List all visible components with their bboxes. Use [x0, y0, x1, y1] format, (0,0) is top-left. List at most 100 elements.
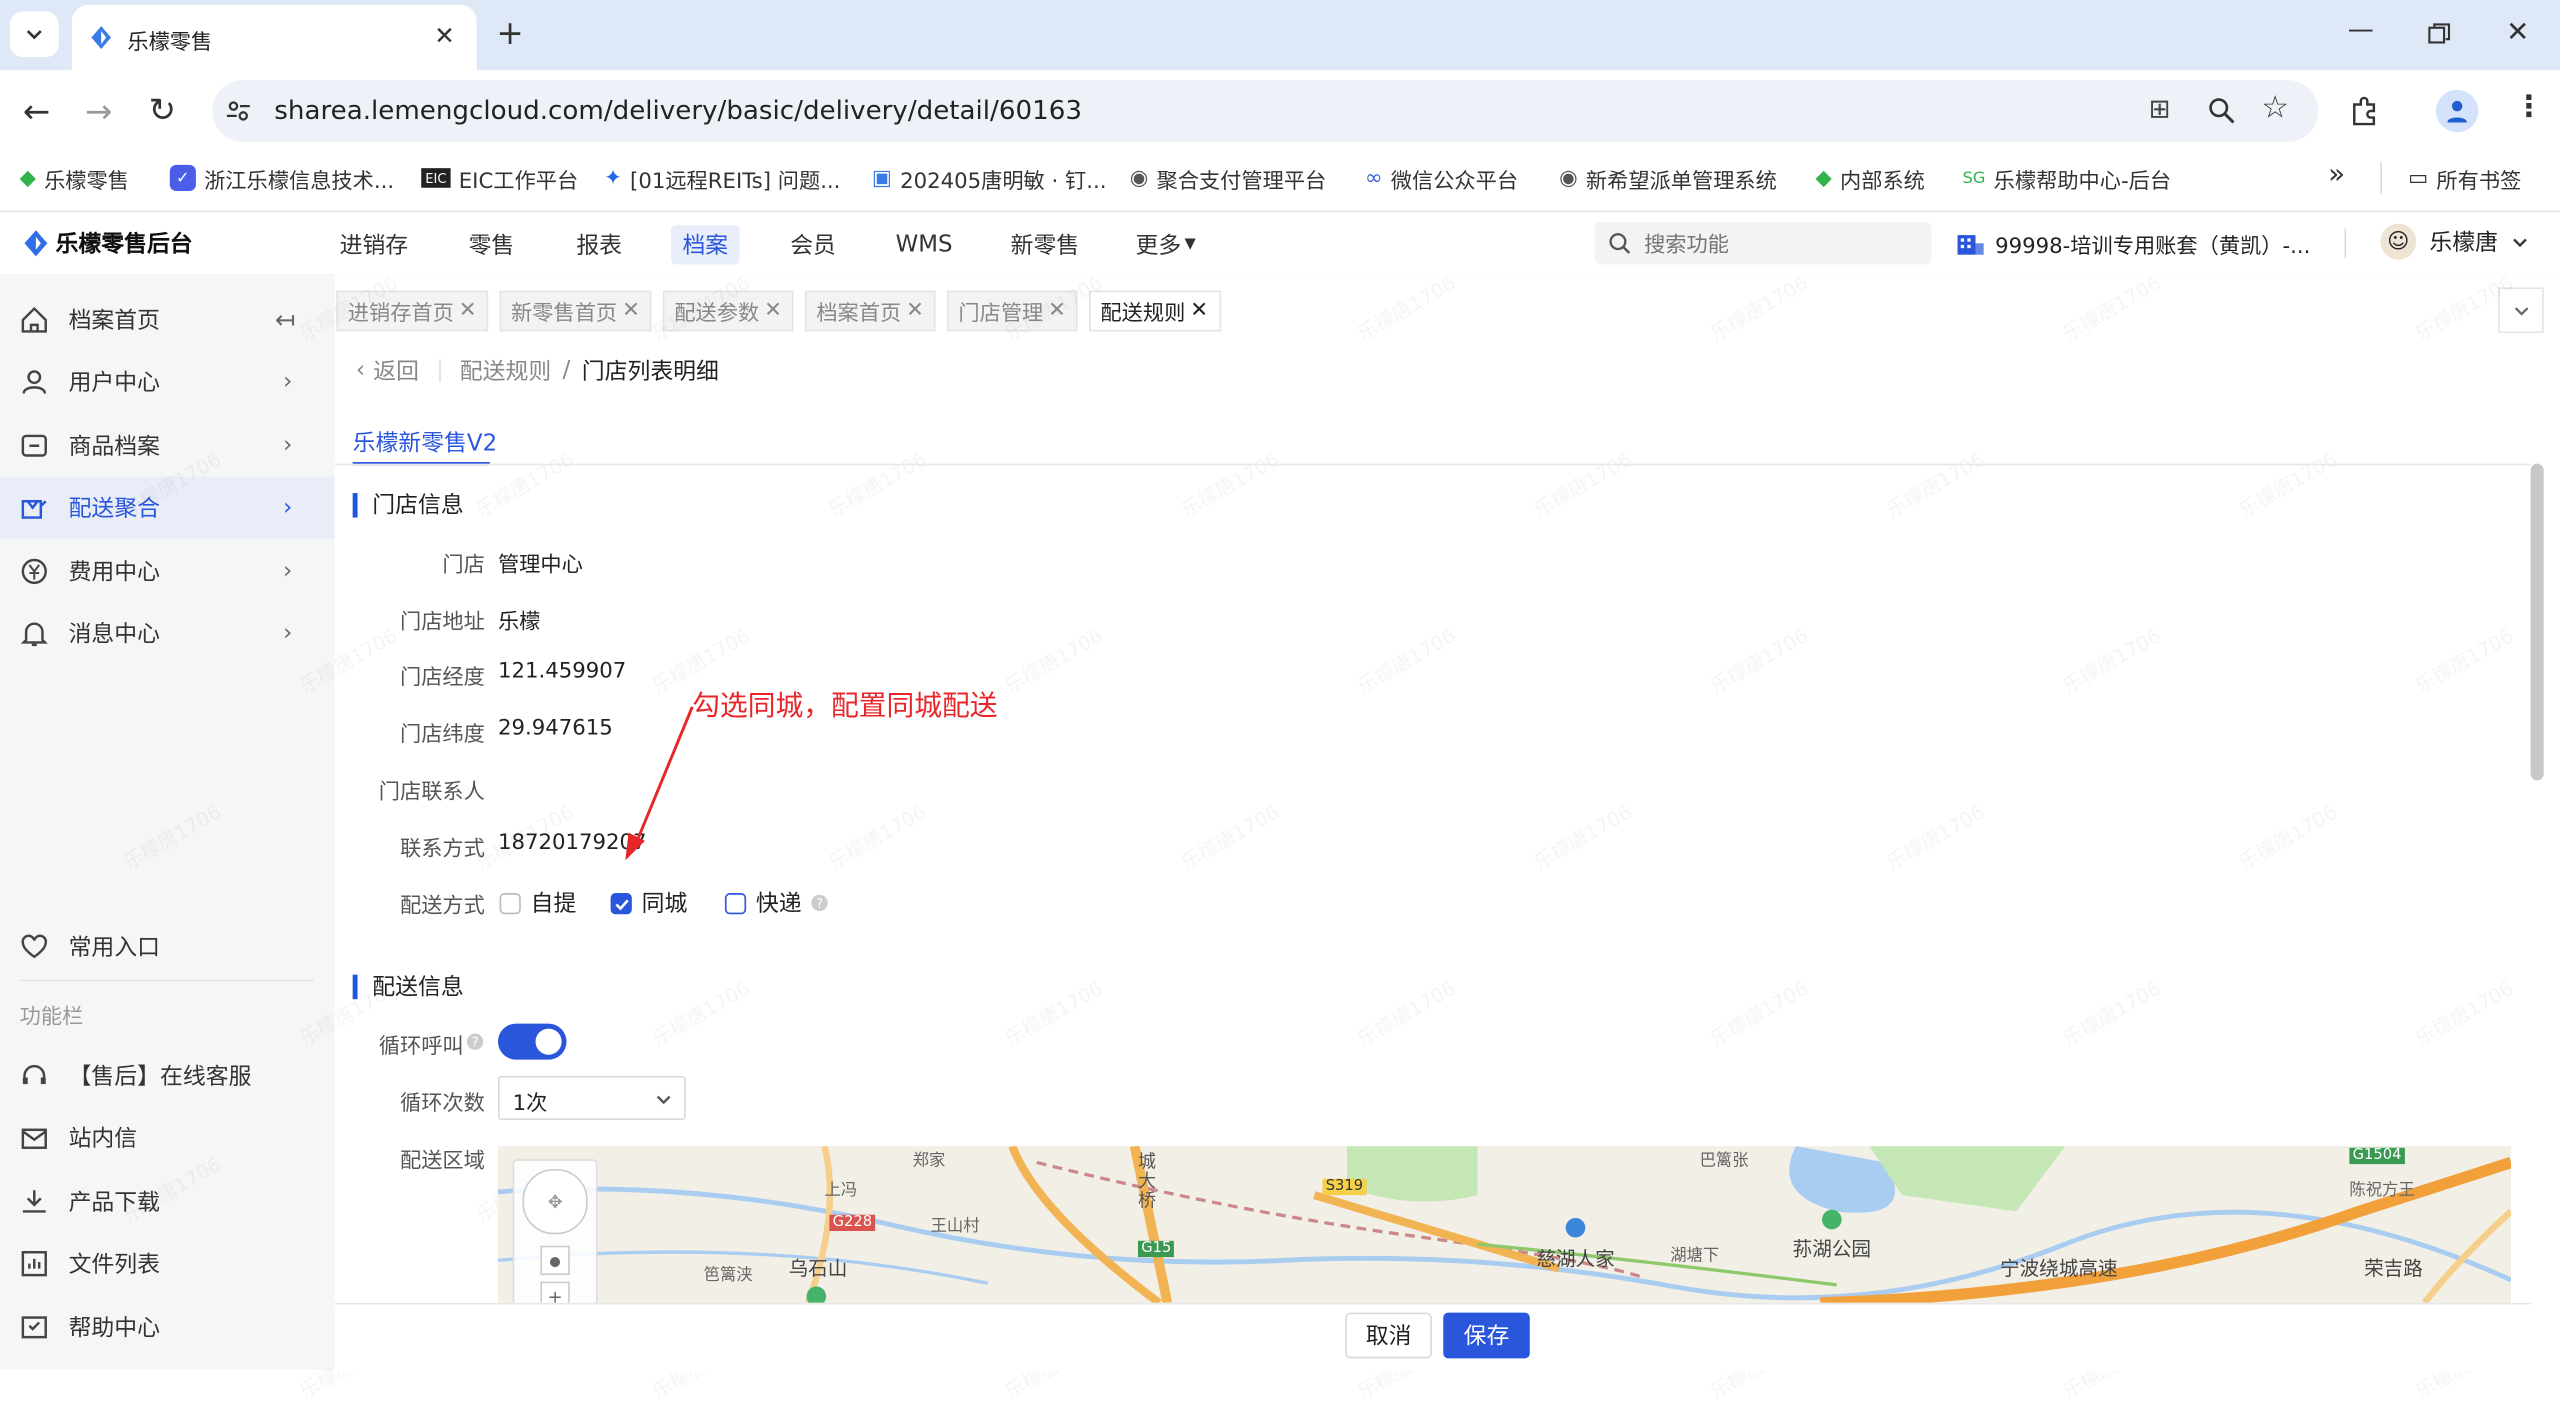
nav-retail[interactable]: 零售: [451, 225, 533, 264]
bookmark-item[interactable]: ∞ 微信公众平台: [1365, 162, 1518, 195]
loop-count-select[interactable]: 1次: [497, 1075, 686, 1120]
browser-menu-icon[interactable]: ⋮: [2514, 90, 2543, 124]
new-tab-icon[interactable]: +: [496, 13, 523, 52]
delivery-option-express[interactable]: 快递 ?: [724, 887, 828, 920]
map-locate-button[interactable]: ●: [540, 1245, 570, 1276]
address-bar[interactable]: sharea.lemengcloud.com/delivery/basic/de…: [212, 79, 2319, 143]
chevron-down-icon: [26, 30, 42, 40]
map-label: 乌石山: [788, 1257, 848, 1280]
close-icon[interactable]: ✕: [764, 299, 782, 323]
bookmark-item[interactable]: SG 乐檬帮助中心-后台: [1962, 162, 2171, 195]
bookmark-item[interactable]: ✓ 浙江乐檬信息技术...: [169, 162, 394, 195]
translate-icon[interactable]: ⊞: [2149, 93, 2171, 124]
close-icon[interactable]: ✕: [459, 299, 477, 323]
profile-avatar-icon[interactable]: [2435, 89, 2479, 133]
sidebar-tool-inbox[interactable]: 站内信: [0, 1107, 335, 1169]
save-button[interactable]: 保存: [1443, 1312, 1530, 1359]
map-label: 慈湖人家: [1536, 1247, 1615, 1271]
close-icon[interactable]: ✕: [1190, 299, 1208, 323]
sidebar-item-expense[interactable]: 费用中心 ›: [0, 540, 335, 602]
zoom-icon[interactable]: [2207, 96, 2235, 124]
all-bookmarks[interactable]: ▭ 所有书签: [2380, 161, 2522, 195]
bookmark-item[interactable]: ✦ [01远程REITs] 问题...: [604, 162, 840, 195]
browser-tab[interactable]: 乐檬零售 ✕: [71, 4, 477, 71]
all-bookmarks-label: 所有书签: [2436, 168, 2522, 194]
search-input[interactable]: [1640, 226, 1925, 263]
building-icon: [1957, 234, 1984, 254]
store-value: 管理中心: [497, 553, 583, 578]
close-icon[interactable]: ✕: [622, 299, 640, 323]
tab-archive-home[interactable]: 档案首页 ✕: [804, 290, 936, 332]
same-city-checkbox[interactable]: [610, 892, 632, 914]
sidebar-item-messages[interactable]: 消息中心 ›: [0, 602, 335, 664]
sidebar-favorites[interactable]: 常用入口: [0, 916, 335, 978]
express-checkbox[interactable]: [724, 892, 747, 914]
chevron-left-icon[interactable]: ‹: [356, 358, 365, 384]
close-icon[interactable]: ✕: [906, 299, 924, 323]
help-circle-icon[interactable]: ?: [466, 1033, 484, 1050]
bookmark-item[interactable]: ◆ 乐檬零售: [20, 162, 129, 195]
bookmark-item[interactable]: ◆ 内部系统: [1816, 162, 1925, 195]
close-icon[interactable]: ✕: [434, 21, 455, 50]
back-arrow-icon[interactable]: ←: [23, 91, 50, 130]
chevron-down-icon: [656, 1095, 671, 1105]
bookmark-item[interactable]: ◉ 聚合支付管理平台: [1130, 162, 1327, 195]
tab-lemeng-new-retail-v2[interactable]: 乐檬新零售V2: [353, 426, 497, 459]
extensions-icon[interactable]: [2349, 95, 2382, 128]
map-pan-control[interactable]: ✥: [522, 1168, 588, 1235]
bell-icon: [20, 622, 48, 647]
lemeng-logo-icon: ◆: [1815, 165, 1832, 191]
nav-new-retail[interactable]: 新零售: [996, 225, 1094, 264]
star-icon[interactable]: ☆: [2261, 90, 2289, 126]
nav-member[interactable]: 会员: [774, 225, 852, 264]
yuan-icon: [21, 558, 47, 585]
forward-arrow-icon[interactable]: →: [85, 91, 112, 130]
sidebar-tool-help[interactable]: 帮助中心: [0, 1296, 335, 1358]
nav-archive[interactable]: 档案: [671, 225, 740, 265]
bookmark-item[interactable]: ▣ 202405唐明敏 · 钉...: [872, 162, 1107, 195]
restore-icon[interactable]: [2428, 23, 2451, 46]
delivery-option-same-city[interactable]: 同城: [610, 887, 687, 920]
collapse-sidebar-icon[interactable]: ↤: [275, 305, 296, 334]
avatar: ☺: [2380, 223, 2417, 260]
tab-search-button[interactable]: [9, 11, 59, 58]
more-bookmarks-icon[interactable]: »: [2328, 158, 2345, 191]
account-switcher[interactable]: 99998-培训专用账套（黄凯）-...: [1956, 229, 2310, 260]
bookmark-item[interactable]: ◉ 新希望派单管理系统: [1559, 162, 1777, 195]
nav-wms[interactable]: WMS: [882, 225, 967, 264]
loop-call-toggle[interactable]: [497, 1023, 567, 1060]
reload-icon[interactable]: ↻: [149, 90, 176, 129]
nav-jinxiaocun[interactable]: 进销存: [323, 225, 424, 264]
breadcrumb-parent[interactable]: 配送规则: [460, 354, 551, 387]
site-settings-icon[interactable]: [225, 98, 251, 124]
sidebar-tool-file-list[interactable]: 文件列表: [0, 1233, 335, 1295]
bookmark-label: [01远程REITs] 问题...: [630, 168, 841, 194]
nav-reports[interactable]: 报表: [558, 225, 640, 264]
pickup-checkbox[interactable]: [499, 892, 521, 914]
map-zoom-in-button[interactable]: +: [540, 1281, 570, 1303]
tab-delivery-rules[interactable]: 配送规则 ✕: [1088, 290, 1222, 332]
annotation-text: 勾选同城，配置同城配送: [692, 690, 998, 724]
user-menu[interactable]: ☺ 乐檬唐: [2380, 223, 2529, 260]
chevron-down-icon: [2513, 237, 2527, 247]
tab-new-retail-home[interactable]: 新零售首页 ✕: [499, 290, 652, 332]
scrollbar-thumb[interactable]: [2530, 463, 2544, 781]
url-text[interactable]: sharea.lemengcloud.com/delivery/basic/de…: [274, 95, 1082, 126]
bookmark-item[interactable]: EIC EIC工作平台: [421, 162, 578, 195]
delivery-option-pickup[interactable]: 自提: [499, 887, 576, 920]
app-logo[interactable]: 乐檬零售后台: [23, 227, 193, 260]
nav-more[interactable]: 更多 ▼: [1127, 225, 1205, 264]
window-close-icon[interactable]: ✕: [2506, 16, 2529, 49]
search-box[interactable]: [1595, 222, 1932, 265]
sidebar-item-archive-home[interactable]: 档案首页 ↤: [0, 289, 335, 351]
sidebar-item-goods-archive[interactable]: 商品档案 ›: [0, 415, 335, 477]
delivery-area-map[interactable]: 上冯 郑家 王山村 乌石山 笆篱浃 城大桥 慈湖人家 湖塘下 荪湖公园 宁波绕城…: [497, 1146, 2512, 1303]
person-icon: [2447, 100, 2467, 123]
minimize-icon[interactable]: —: [2348, 13, 2374, 44]
help-circle-icon[interactable]: ?: [811, 894, 828, 912]
sidebar-tool-customer-service[interactable]: 【售后】在线客服: [0, 1045, 335, 1107]
sidebar-item-user-center[interactable]: 用户中心 ›: [0, 351, 335, 413]
chevron-right-icon: ›: [283, 494, 293, 521]
cancel-button[interactable]: 取消: [1345, 1312, 1432, 1359]
back-link[interactable]: 返回: [373, 354, 419, 387]
